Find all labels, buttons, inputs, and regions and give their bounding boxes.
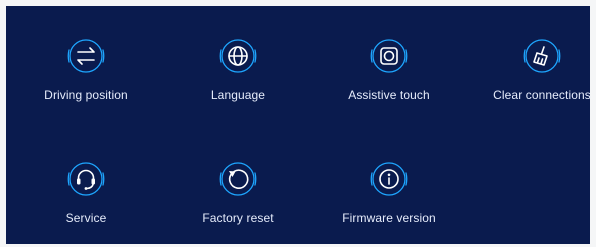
firmware-version-label: Firmware version [342, 211, 436, 225]
firmware-version-button[interactable]: Firmware version [319, 159, 459, 225]
info-icon [369, 159, 409, 199]
driving-position-label: Driving position [44, 88, 128, 102]
reset-icon [218, 159, 258, 199]
swap-arrows-icon [66, 36, 106, 76]
assistive-touch-button[interactable]: Assistive touch [319, 36, 459, 102]
driving-position-button[interactable]: Driving position [16, 36, 156, 102]
assistive-touch-label: Assistive touch [348, 88, 430, 102]
headset-icon [66, 159, 106, 199]
clear-connections-label: Clear connections [493, 88, 591, 102]
clear-connections-button[interactable]: Clear connections [472, 36, 596, 102]
service-button[interactable]: Service [16, 159, 156, 225]
factory-reset-button[interactable]: Factory reset [168, 159, 308, 225]
language-label: Language [210, 88, 266, 102]
globe-icon [218, 36, 258, 76]
assistive-touch-icon [369, 36, 409, 76]
settings-panel: Driving position Language Assistive touc… [6, 6, 591, 244]
service-label: Service [65, 211, 107, 225]
language-button[interactable]: Language [168, 36, 308, 102]
factory-reset-label: Factory reset [202, 211, 274, 225]
broom-icon [522, 36, 562, 76]
